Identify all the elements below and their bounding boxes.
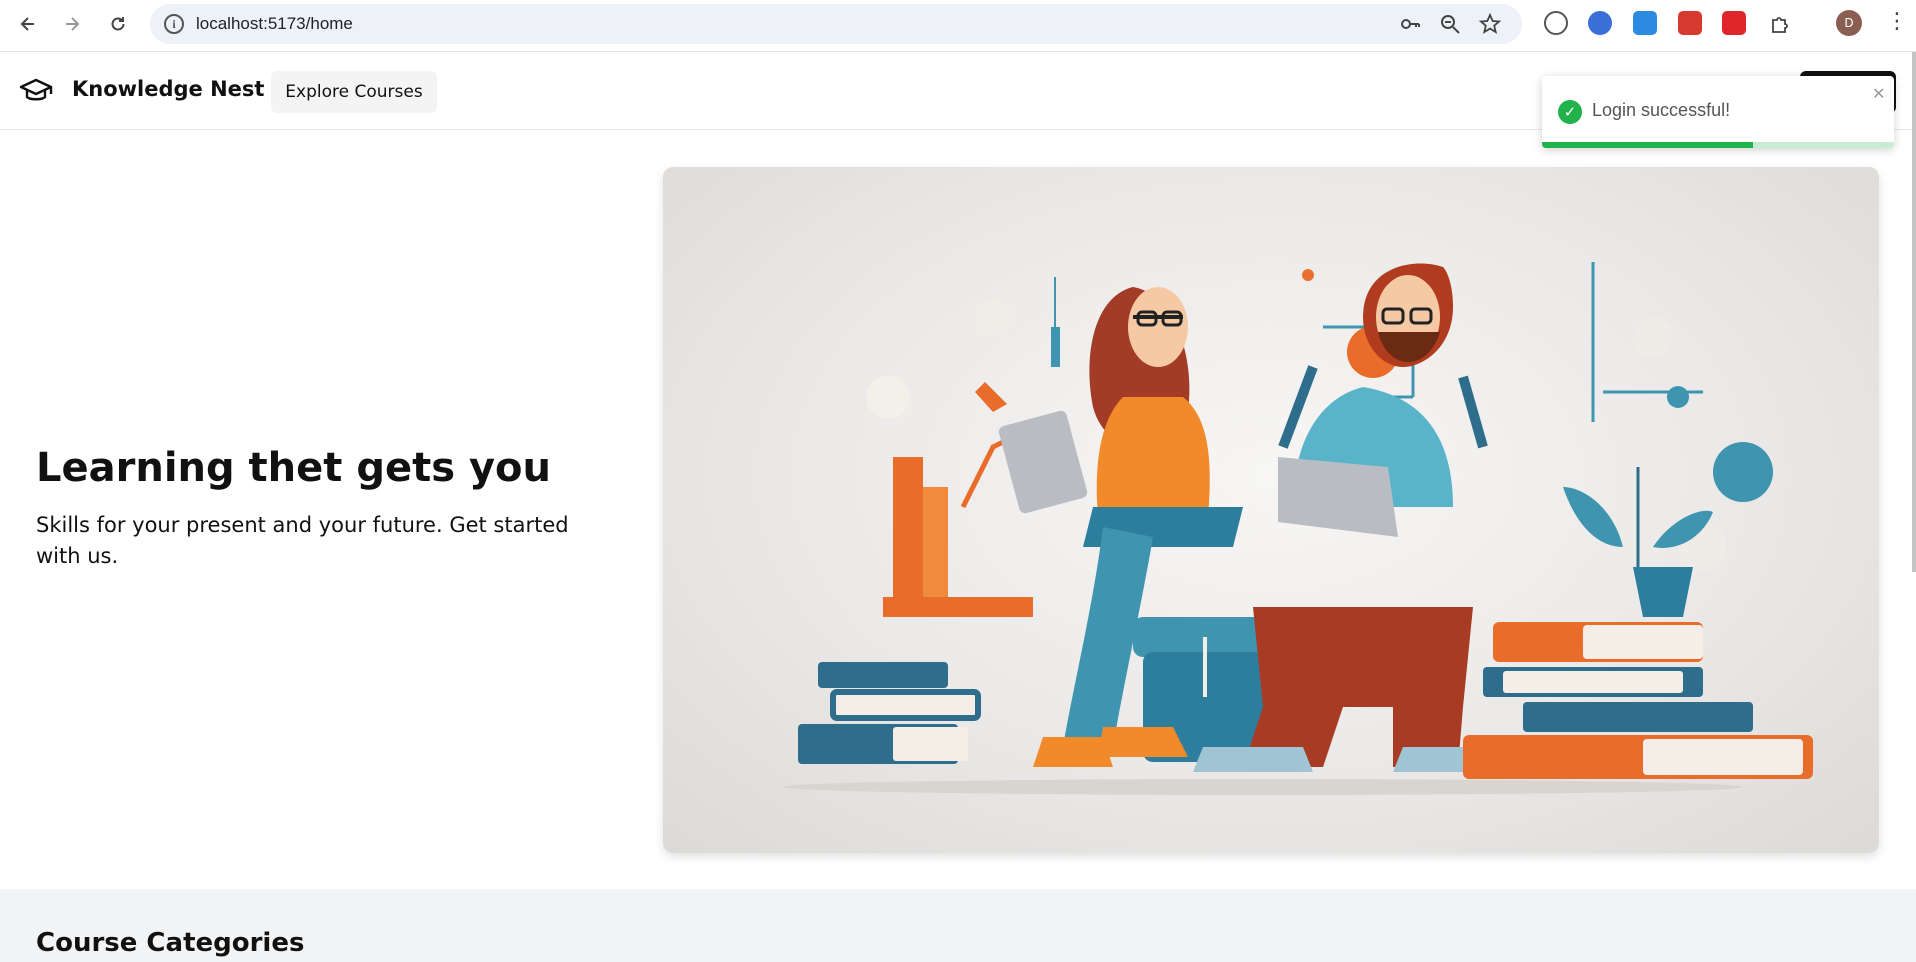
bookmark-star-icon[interactable] [1478,12,1502,36]
browser-toolbar: i localhost:5173/home D ⋮ [0,0,1916,52]
toast-message: Login successful! [1592,100,1731,120]
url-text[interactable]: localhost:5173/home [196,14,353,34]
success-check-icon: ✓ [1558,100,1582,124]
brand-name[interactable]: Knowledge Nest [72,77,264,101]
address-bar[interactable]: i localhost:5173/home [150,4,1522,44]
hero-subtitle: Skills for your present and your future.… [36,513,569,568]
site-info-icon[interactable]: i [164,14,184,34]
extension-icon[interactable] [1544,11,1568,35]
extension-icon[interactable] [1588,11,1612,35]
reload-icon[interactable] [104,10,132,38]
extension-icon[interactable] [1633,11,1657,35]
profile-avatar[interactable]: D [1836,10,1862,36]
toast-progress-track [1542,142,1894,148]
more-menu-icon[interactable]: ⋮ [1886,9,1908,34]
extension-icon[interactable] [1722,11,1746,35]
zoom-icon[interactable] [1438,12,1462,36]
toast-progress-fill [1542,142,1754,148]
back-arrow-icon[interactable] [14,10,42,38]
graduation-cap-icon[interactable] [18,73,54,109]
extension-icon[interactable] [1678,11,1702,35]
explore-courses-button[interactable]: Explore Courses [271,71,437,113]
forward-arrow-icon[interactable] [58,10,86,38]
close-icon[interactable]: ✕ [1872,84,1885,103]
login-toast: ✓ Login successful! ✕ [1542,76,1894,148]
page-scrollbar[interactable] [1912,52,1916,572]
extensions-puzzle-icon[interactable] [1766,10,1794,38]
hero-illustration [663,167,1879,853]
categories-title: Course Categories [36,928,305,958]
hero-title: Learning thet gets you [36,445,551,491]
password-key-icon[interactable] [1398,12,1422,36]
